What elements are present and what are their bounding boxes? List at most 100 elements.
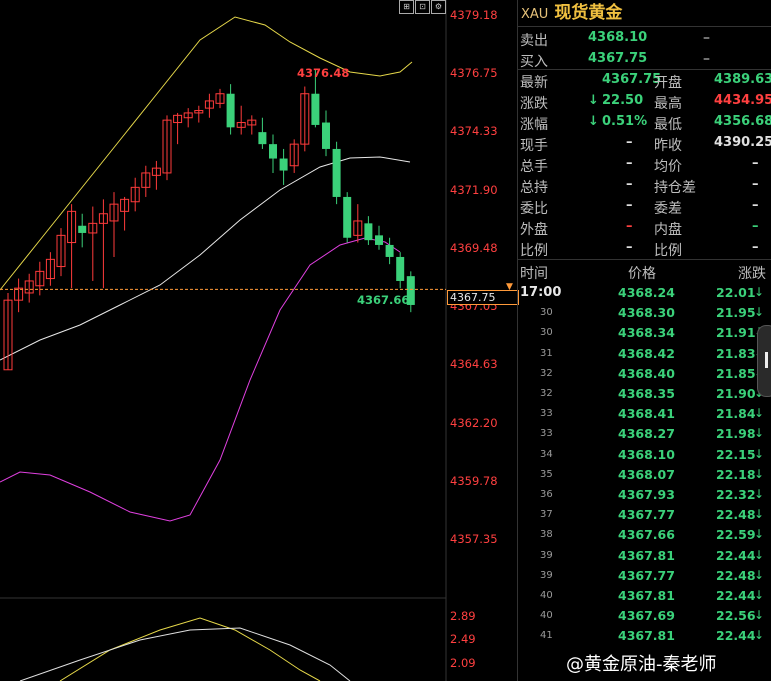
ticks-header-price: 价格	[628, 266, 656, 282]
stat-value: –	[752, 198, 759, 213]
scroll-handle[interactable]	[757, 325, 771, 397]
high-annotation: 4376.48	[297, 66, 350, 80]
tick-time: 41	[540, 630, 553, 642]
stat-label: 委差	[654, 201, 682, 217]
indicator-axis-label: 2.89	[450, 609, 476, 623]
stat-label: 委比	[520, 201, 548, 217]
tick-price: 4367.77	[618, 507, 675, 523]
down-arrow-icon: ↓	[754, 487, 765, 501]
candle-body-down	[78, 225, 87, 233]
tick-row: 40 4367.69 22.56 ↓	[518, 606, 771, 628]
settings-icon[interactable]: ⚙	[431, 0, 446, 14]
tick-change: 22.48	[716, 507, 756, 523]
tick-time: 34	[540, 448, 553, 460]
sell-value: 4368.10	[588, 30, 648, 45]
tick-price: 4367.81	[618, 628, 675, 644]
stat-label: 均价	[654, 159, 682, 175]
tick-price: 4368.40	[618, 365, 675, 381]
tick-time: 30	[540, 307, 553, 319]
stat-value: –	[752, 219, 759, 234]
tick-time: 32	[540, 388, 553, 399]
quote-row: 委比 – 委差 –	[518, 196, 771, 217]
stat-label: 昨收	[654, 138, 682, 154]
quote-panel: XAU 现货黄金 卖出 4368.10 – 买入 4367.75 – 最新 4367…	[517, 0, 771, 681]
stat-label: 最新	[520, 75, 548, 91]
quote-row: 总持 – 持仓差 –	[518, 175, 771, 196]
stat-label: 比例	[520, 243, 548, 259]
stat-label: 总手	[520, 159, 548, 175]
down-arrow-icon: ↓	[754, 507, 765, 522]
down-arrow-icon: ↓	[754, 406, 765, 421]
tick-time: 36	[540, 489, 553, 500]
candle-body-down	[322, 122, 330, 149]
zoom-fit-icon[interactable]: ⊞	[399, 0, 414, 14]
stat-label: 现手	[520, 138, 548, 154]
ticks-header-change: 涨跌	[738, 266, 766, 282]
stat-label: 外盘	[520, 222, 548, 238]
price-axis-label: 4379.18	[450, 8, 498, 22]
price-axis-label: 4371.90	[450, 182, 498, 197]
stat-value: –	[626, 198, 633, 213]
stat-label: 开盘	[654, 75, 682, 91]
candle-body-down	[311, 93, 320, 125]
tick-price: 4368.24	[618, 285, 675, 300]
instrument-code: XAU	[521, 7, 549, 22]
price-axis-label: 4364.63	[450, 357, 498, 372]
stat-value: –	[752, 177, 759, 192]
down-arrow-icon: ↓	[754, 446, 765, 461]
down-arrow-icon: ↓	[754, 305, 765, 320]
indicator-axis-label: 2.09	[450, 656, 476, 670]
tick-time: 37	[540, 509, 553, 521]
down-arrow-icon: ↓	[754, 608, 765, 623]
tick-change: 21.91	[716, 325, 756, 341]
quote-row: 涨跌 ↓ 22.50 最高 4434.95	[518, 91, 771, 112]
down-arrow-icon: ↓	[754, 567, 765, 582]
tick-row: 324368.3521.90↓	[518, 384, 771, 406]
buy-label: 买入	[520, 54, 548, 70]
ticks-header-time: 时间	[520, 266, 548, 282]
chart-type-icon[interactable]: ⊡	[415, 0, 430, 14]
stat-label: 涨幅	[520, 117, 548, 133]
tick-time: 40	[540, 590, 553, 601]
tick-row: 33 4368.27 21.98 ↓	[518, 424, 771, 446]
stat-value: 4356.68	[714, 114, 771, 129]
tick-price: 4367.93	[618, 487, 675, 502]
tick-price: 4367.81	[618, 588, 675, 603]
price-axis-label: 4362.20	[450, 415, 498, 430]
price-axis-label: 4376.75	[450, 66, 498, 81]
candle-body-down	[343, 196, 352, 238]
ticks-header: 时间 价格 涨跌	[518, 261, 771, 282]
tick-price: 4367.77	[618, 567, 675, 583]
tick-time: 38	[540, 529, 553, 541]
tick-price: 4368.42	[618, 345, 675, 361]
stat-value: 4390.25	[714, 135, 771, 150]
stat-value: –	[626, 240, 633, 255]
candle-body-down	[375, 235, 383, 245]
tick-change: 21.98	[716, 426, 756, 442]
tick-time: 32	[540, 367, 553, 379]
tick-time: 30	[540, 327, 553, 339]
candle-body-down	[269, 144, 277, 159]
tick-row: 36 4367.93 22.32 ↓	[518, 485, 771, 507]
sell-row: 卖出 4368.10 –	[518, 28, 771, 49]
tick-time: 33	[540, 408, 553, 420]
tick-row: 38 4367.66 22.59 ↓	[518, 525, 771, 547]
instrument-header: XAU 现货黄金	[521, 0, 622, 26]
tick-change: 21.90	[716, 386, 756, 401]
tick-price: 4368.10	[618, 446, 675, 462]
quote-row: 总手 – 均价 –	[518, 154, 771, 175]
stat-label: 比例	[654, 243, 682, 259]
tick-price: 4367.69	[618, 608, 675, 624]
quote-row: 比例 – 比例 –	[518, 238, 771, 259]
candlestick-chart[interactable]	[0, 0, 517, 681]
tick-price: 4368.07	[618, 466, 675, 482]
stat-value: 0.51%	[602, 114, 648, 129]
sell-extra: –	[703, 30, 710, 46]
stat-value: 22.50	[602, 93, 644, 108]
tick-change: 22.32	[716, 487, 756, 502]
quote-row: 涨幅 ↓ 0.51% 最低 4356.68	[518, 112, 771, 133]
tick-row: 34 4368.10 22.15 ↓	[518, 445, 771, 467]
tick-row: 40 4367.81 22.44 ↓	[518, 586, 771, 608]
tick-change: 22.44	[716, 588, 756, 603]
stat-value: 4434.95	[714, 93, 771, 108]
